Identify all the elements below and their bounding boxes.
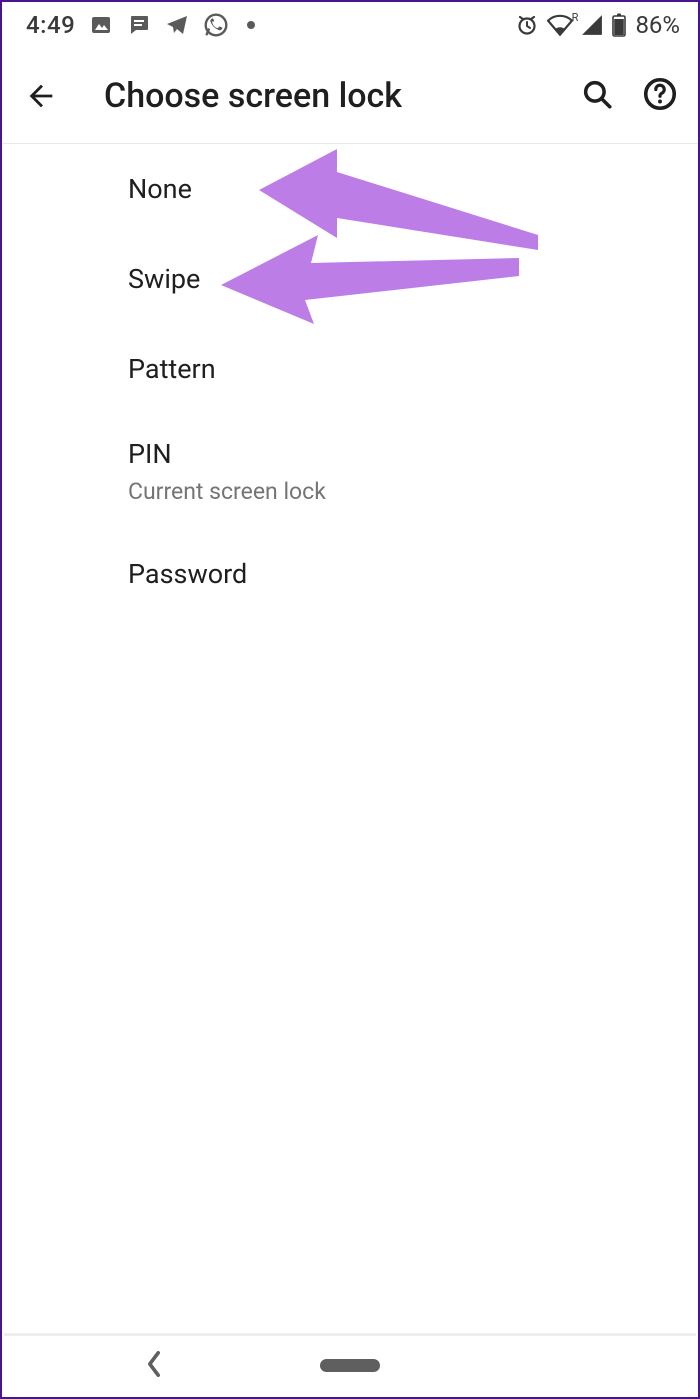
battery-icon bbox=[611, 13, 627, 37]
status-clock: 4:49 bbox=[26, 11, 75, 39]
option-label: Password bbox=[128, 558, 672, 590]
chevron-left-icon bbox=[144, 1350, 164, 1378]
option-none[interactable]: None bbox=[2, 144, 698, 234]
status-bar: 4:49 R 86% bbox=[2, 2, 698, 48]
roaming-indicator: R bbox=[572, 11, 579, 24]
screen-lock-options: None Swipe Pattern PIN Current screen lo… bbox=[2, 144, 698, 619]
help-icon bbox=[642, 76, 678, 112]
option-label: PIN bbox=[128, 438, 672, 470]
message-icon bbox=[127, 13, 151, 37]
option-password[interactable]: Password bbox=[2, 529, 698, 619]
more-notifications-icon bbox=[247, 21, 255, 29]
option-label: None bbox=[128, 173, 672, 205]
system-nav-bar bbox=[4, 1333, 696, 1395]
option-sublabel: Current screen lock bbox=[128, 478, 672, 505]
search-button[interactable] bbox=[580, 77, 614, 115]
option-label: Swipe bbox=[128, 263, 672, 295]
wifi-icon: R bbox=[547, 14, 573, 36]
status-left: 4:49 bbox=[26, 11, 255, 39]
page-title: Choose screen lock bbox=[104, 76, 580, 116]
whatsapp-icon bbox=[203, 12, 229, 38]
help-button[interactable] bbox=[642, 76, 678, 116]
image-icon bbox=[89, 13, 113, 37]
arrow-back-icon bbox=[24, 79, 58, 113]
nav-back-button[interactable] bbox=[144, 1350, 164, 1382]
option-label: Pattern bbox=[128, 353, 672, 385]
battery-percent: 86% bbox=[635, 11, 680, 39]
app-bar: Choose screen lock bbox=[2, 48, 698, 144]
cell-signal-icon bbox=[581, 14, 603, 36]
back-button[interactable] bbox=[24, 79, 76, 113]
option-pattern[interactable]: Pattern bbox=[2, 324, 698, 414]
nav-home-pill[interactable] bbox=[320, 1359, 380, 1372]
option-swipe[interactable]: Swipe bbox=[2, 234, 698, 324]
search-icon bbox=[580, 77, 614, 111]
telegram-icon bbox=[165, 13, 189, 37]
alarm-icon bbox=[515, 13, 539, 37]
status-right: R 86% bbox=[515, 11, 680, 39]
option-pin[interactable]: PIN Current screen lock bbox=[2, 414, 698, 529]
